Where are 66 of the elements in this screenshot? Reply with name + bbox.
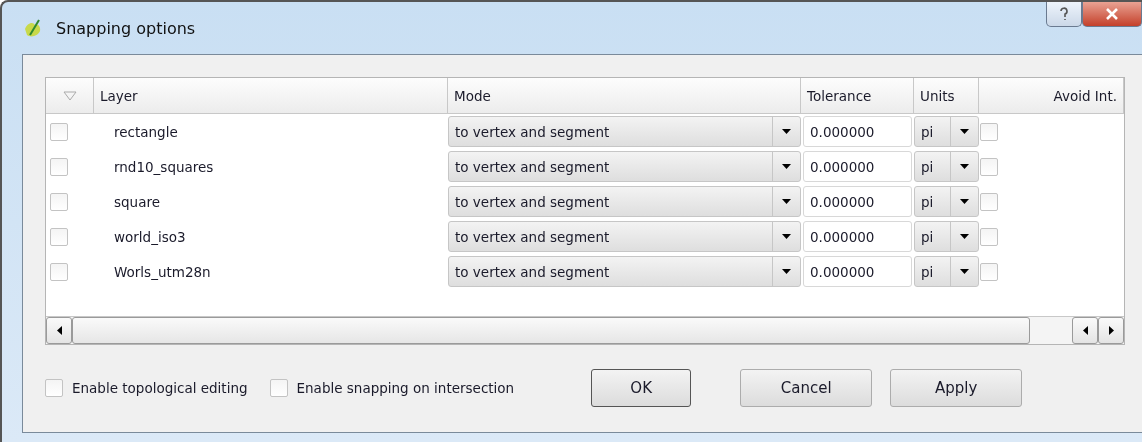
mode-dropdown[interactable]: to vertex and segment [448, 256, 801, 287]
right-arrow-icon [1106, 326, 1116, 335]
scroll-left-button[interactable] [46, 317, 72, 344]
dropdown-arrow-icon [782, 197, 791, 206]
help-button[interactable] [1046, 2, 1082, 27]
units-dropdown[interactable]: pi [914, 186, 979, 217]
units-dropdown[interactable]: pi [914, 151, 979, 182]
dialog-button[interactable]: Cancel [740, 369, 873, 407]
sort-triangle-icon [62, 90, 77, 101]
column-header[interactable]: Mode [448, 78, 801, 114]
avoid-intersections-checkbox[interactable] [980, 227, 998, 246]
dropdown-arrow-icon [960, 232, 969, 241]
tolerance-field[interactable]: 0.000000 [803, 186, 912, 217]
dropdown-arrow-icon [960, 197, 969, 206]
layer-checkbox[interactable] [50, 157, 68, 176]
dropdown-arrow-icon [960, 127, 969, 136]
avoid-intersections-checkbox[interactable] [980, 262, 998, 281]
layer-name: world_iso3 [113, 228, 187, 245]
layer-name: square [113, 193, 161, 210]
units-dropdown[interactable]: pi [914, 116, 979, 147]
option-checkbox[interactable] [269, 379, 288, 397]
dropdown-arrow-icon [960, 162, 969, 171]
dropdown-arrow-icon [782, 267, 791, 276]
column-header[interactable]: Layer [94, 78, 448, 114]
close-icon [1105, 8, 1119, 20]
dropdown-arrow-icon [782, 127, 791, 136]
dropdown-arrow-icon [960, 267, 969, 276]
layer-name: rnd10_squares [113, 158, 215, 175]
option-checkbox[interactable] [45, 379, 63, 397]
layer-name: rectangle [113, 123, 179, 140]
mode-dropdown[interactable]: to vertex and segment [448, 221, 801, 252]
avoid-intersections-checkbox[interactable] [980, 122, 998, 141]
avoid-intersections-checkbox[interactable] [980, 157, 998, 176]
mode-dropdown[interactable]: to vertex and segment [448, 186, 801, 217]
scrollbar-thumb[interactable] [72, 317, 1030, 344]
tolerance-field[interactable]: 0.000000 [803, 116, 912, 147]
dialog-button[interactable]: OK [591, 369, 692, 407]
column-header[interactable]: Units [914, 78, 979, 114]
column-header[interactable]: Avoid Int. [979, 78, 1124, 114]
select-all-header[interactable] [46, 78, 94, 114]
column-header[interactable]: Tolerance [801, 78, 914, 114]
layer-checkbox[interactable] [50, 122, 68, 141]
close-button[interactable] [1082, 2, 1142, 27]
tolerance-field[interactable]: 0.000000 [803, 221, 912, 252]
layer-checkbox[interactable] [50, 227, 68, 246]
layer-checkbox[interactable] [50, 192, 68, 211]
left-arrow-icon [54, 326, 64, 335]
tolerance-field[interactable]: 0.000000 [803, 256, 912, 287]
dropdown-arrow-icon [782, 162, 791, 171]
layer-checkbox[interactable] [50, 262, 68, 281]
tolerance-field[interactable]: 0.000000 [803, 151, 912, 182]
dialog-button[interactable]: Apply [890, 369, 1023, 407]
layer-name: Worls_utm28n [113, 263, 212, 280]
avoid-intersections-checkbox[interactable] [980, 192, 998, 211]
units-dropdown[interactable]: pi [914, 256, 979, 287]
mode-dropdown[interactable]: to vertex and segment [448, 116, 801, 147]
window-title: Snapping options [56, 18, 196, 38]
scroll-right-button[interactable] [1098, 317, 1124, 344]
help-icon [1059, 7, 1069, 21]
units-dropdown[interactable]: pi [914, 221, 979, 252]
option-label: Enable topological editing [72, 380, 248, 396]
left-arrow-icon [1080, 326, 1090, 335]
dropdown-arrow-icon [782, 232, 791, 241]
scroll-left-button[interactable] [1072, 317, 1098, 344]
option-label: Enable snapping on intersection [296, 380, 515, 396]
mode-dropdown[interactable]: to vertex and segment [448, 151, 801, 182]
